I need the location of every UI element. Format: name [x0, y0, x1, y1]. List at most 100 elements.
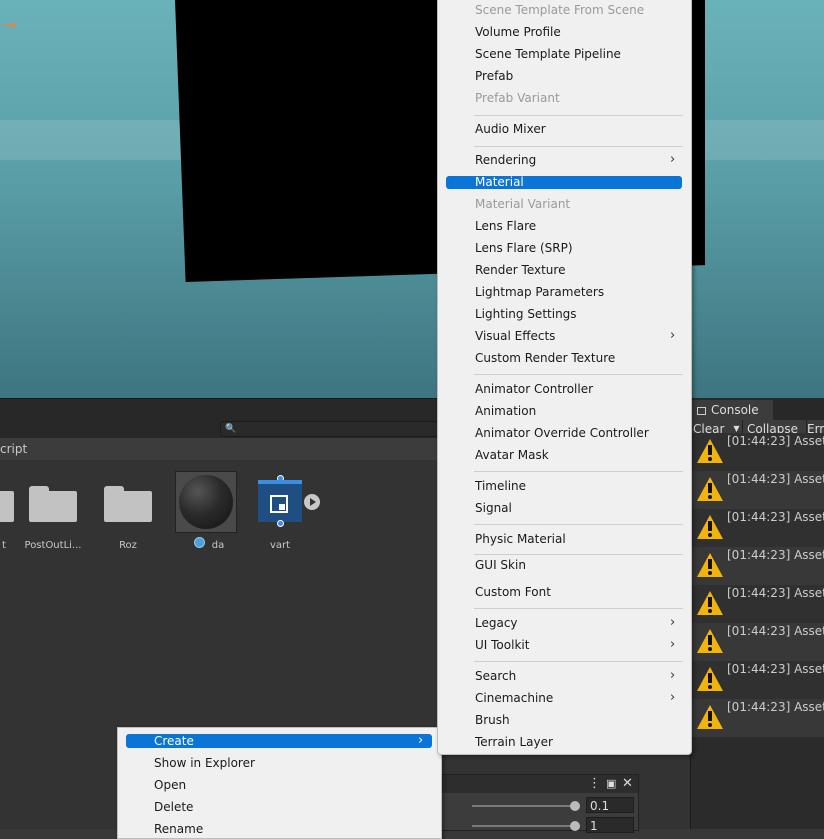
console-log-row[interactable]: [01:44:23] Assets [691, 547, 824, 585]
create-menu-item[interactable]: GUI Skin [438, 555, 691, 575]
menu-item-label: GUI Skin [475, 558, 526, 572]
warning-icon [697, 591, 723, 615]
menu-item-label: Lens Flare [475, 219, 537, 233]
create-menu-item[interactable]: Lighting Settings [438, 304, 691, 324]
menu-item-label: Avatar Mask [475, 448, 549, 462]
menu-item-label: Physic Material [475, 532, 566, 546]
create-menu-item[interactable]: Terrain Layer [438, 732, 691, 752]
create-menu-item[interactable]: Material [446, 176, 682, 189]
create-menu-item[interactable]: Physic Material [438, 529, 691, 549]
folder-icon [29, 486, 77, 522]
console-icon [697, 407, 706, 415]
create-menu-item[interactable]: Animator Override Controller [438, 423, 691, 443]
create-menu-item[interactable]: Prefab [438, 66, 691, 86]
create-menu-item[interactable]: Lightmap Parameters [438, 282, 691, 302]
create-menu-item[interactable]: Scene Template Pipeline [438, 44, 691, 64]
create-menu-item[interactable]: Signal [438, 498, 691, 518]
search-input[interactable]: 🔍 [220, 421, 442, 437]
create-menu-item[interactable]: Animation [438, 401, 691, 421]
create-menu-item[interactable]: Audio Mixer [438, 119, 691, 139]
menu-item-label: Create [154, 734, 194, 748]
menu-item-label: Lens Flare (SRP) [475, 241, 573, 255]
console-log-row[interactable]: [01:44:23] Assets [691, 433, 824, 471]
create-menu-item[interactable]: Cinemachine › [438, 688, 691, 708]
create-menu-item[interactable]: Render Texture [438, 260, 691, 280]
menu-separator [474, 524, 683, 525]
inspector-header: ⋮ ▣ ✕ [442, 775, 638, 793]
warning-icon [697, 477, 723, 501]
console-log-row[interactable]: [01:44:23] Assets [691, 699, 824, 737]
material-asset[interactable] [175, 471, 237, 533]
create-submenu: Scene Template From Scene Volume Profile S… [437, 0, 692, 755]
menu-item-label: Volume Profile [475, 25, 561, 39]
scene-view[interactable] [0, 0, 824, 398]
menu-item-label: Material [475, 175, 524, 189]
menu-item-label: Rendering [475, 153, 537, 167]
console-log-row[interactable]: [01:44:23] Assets [691, 509, 824, 547]
menu-item-label: Audio Mixer [475, 122, 546, 136]
create-menu-item[interactable]: Lens Flare (SRP) [438, 238, 691, 258]
menu-separator [474, 608, 683, 609]
menu-item-label: Animator Override Controller [475, 426, 649, 440]
menu-item-label: Material Variant [475, 197, 571, 211]
value-field[interactable]: 1 [586, 817, 634, 833]
create-menu-item[interactable]: Search › [438, 666, 691, 686]
menu-item-label: UI Toolkit [475, 638, 530, 652]
log-message: [01:44:23] Assets [727, 586, 824, 600]
console-log-row[interactable]: [01:44:23] Assets [691, 471, 824, 509]
menu-separator [474, 661, 683, 662]
create-menu-item[interactable]: Visual Effects › [438, 326, 691, 346]
submenu-arrow-icon: › [670, 637, 676, 652]
menu-item-label: Custom Font [475, 585, 551, 599]
menu-item-label: Delete [154, 800, 194, 814]
create-menu-item[interactable]: Custom Font [438, 582, 691, 602]
timeline-icon[interactable] [258, 475, 302, 527]
play-icon[interactable] [304, 494, 320, 510]
menu-item-label: Prefab Variant [475, 91, 560, 105]
log-message: [01:44:23] Assets [727, 624, 824, 638]
warning-icon [697, 553, 723, 577]
value-field[interactable]: 0.1 [586, 797, 634, 813]
log-message: [01:44:23] Assets [727, 510, 824, 524]
console-log-row[interactable]: [01:44:23] Assets [691, 585, 824, 623]
maximize-icon[interactable]: ▣ [606, 777, 616, 790]
create-menu-item[interactable]: UI Toolkit › [438, 635, 691, 655]
console-log-row[interactable]: [01:44:23] Assets [691, 623, 824, 661]
create-menu-item: Material Variant [438, 194, 691, 214]
create-menu-item[interactable]: Brush [438, 710, 691, 730]
slider-track[interactable] [472, 825, 576, 827]
create-menu-item[interactable]: Animator Controller [438, 379, 691, 399]
asset-label: Roz [119, 540, 137, 551]
warning-icon [697, 667, 723, 691]
menu-item-label: Animation [475, 404, 537, 418]
menu-separator [474, 471, 683, 472]
context-menu-item[interactable]: Create › [126, 734, 432, 748]
submenu-arrow-icon: › [670, 668, 676, 683]
create-menu-item[interactable]: Timeline [438, 476, 691, 496]
create-menu-item[interactable]: Legacy › [438, 613, 691, 633]
close-icon[interactable]: ✕ [622, 776, 633, 791]
log-message: [01:44:23] Assets [727, 662, 824, 676]
menu-separator [474, 374, 683, 375]
create-menu-item[interactable]: Lens Flare [438, 216, 691, 236]
create-menu-item[interactable]: Volume Profile [438, 22, 691, 42]
create-menu-item[interactable]: Avatar Mask [438, 445, 691, 465]
inspector-panel: ⋮ ▣ ✕ 0.1 1 [441, 774, 639, 833]
slider-handle[interactable] [570, 801, 580, 811]
console-log-row[interactable]: [01:44:23] Assets [691, 661, 824, 699]
slider-handle[interactable] [570, 821, 580, 831]
folder-icon [104, 486, 152, 522]
menu-item-label: Timeline [475, 479, 527, 493]
menu-separator [474, 115, 683, 116]
context-menu: Create › Show in Explorer Open Delete Rename [117, 727, 442, 839]
create-menu-item[interactable]: Custom Render Texture [438, 348, 691, 368]
menu-separator [474, 554, 683, 555]
create-menu-item[interactable]: Rendering › [438, 150, 691, 170]
slider-track[interactable] [472, 805, 576, 807]
submenu-arrow-icon: › [670, 328, 676, 343]
tab-console[interactable]: Console [691, 400, 773, 420]
menu-item-label: Prefab [475, 69, 514, 83]
more-options-icon[interactable]: ⋮ [588, 776, 601, 791]
submenu-arrow-icon: › [418, 733, 424, 748]
breadcrumb-folder[interactable]: cript [0, 438, 27, 460]
